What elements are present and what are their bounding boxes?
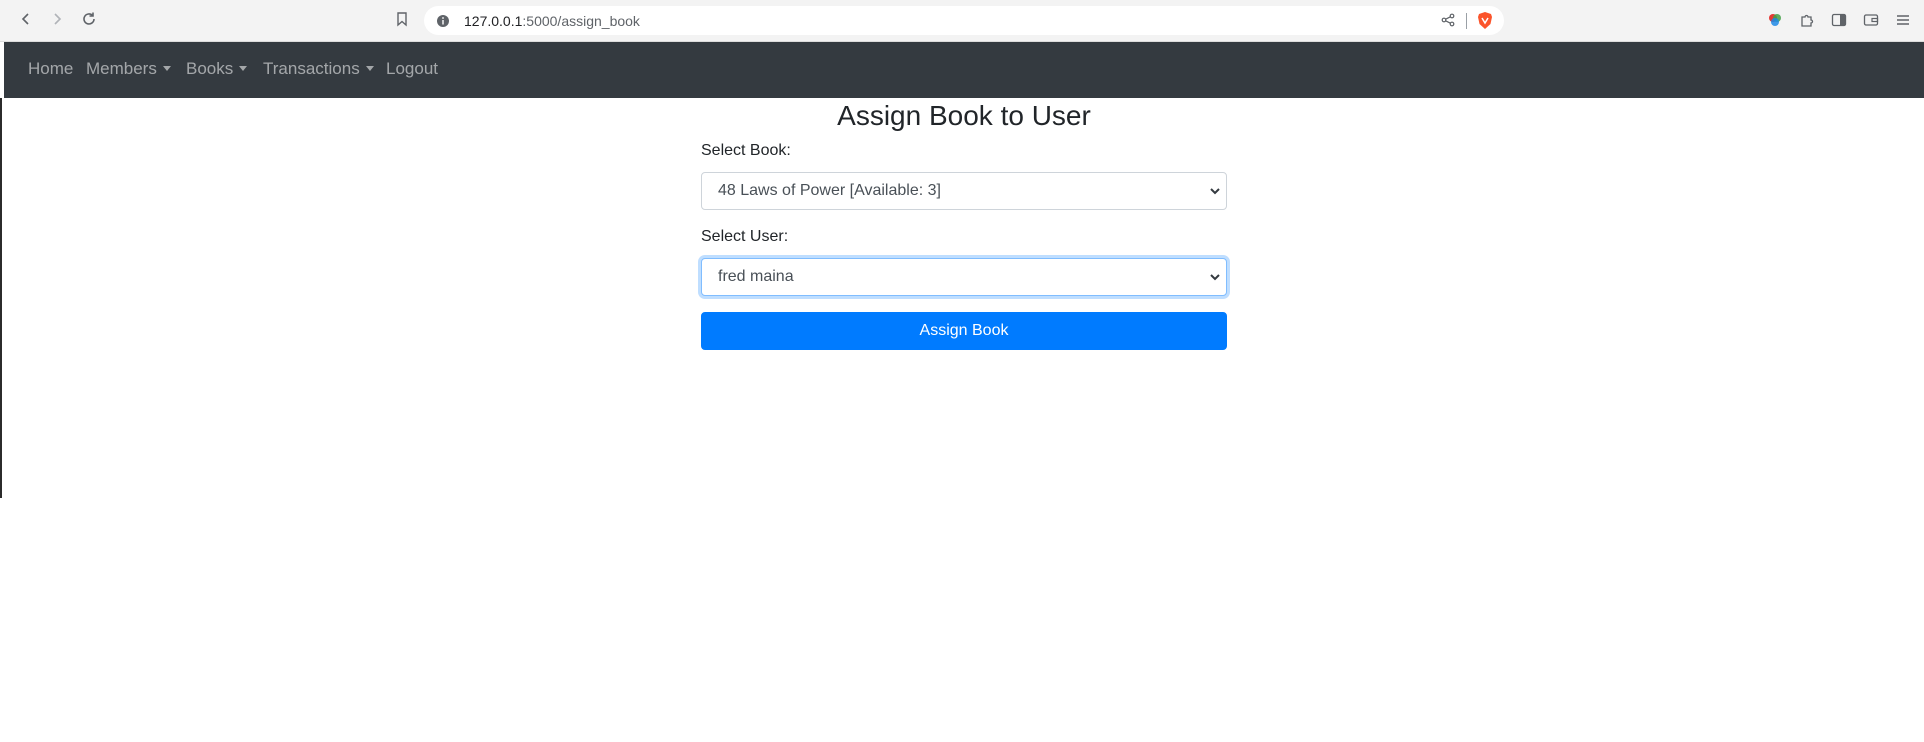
assign-book-button[interactable]: Assign Book <box>701 312 1227 350</box>
app-navbar: Home Members Books Transactions Logout <box>4 42 1924 98</box>
share-icon[interactable] <box>1441 13 1455 32</box>
bookmark-icon[interactable] <box>391 8 413 30</box>
book-select-value: 48 Laws of Power [Available: 3] <box>718 182 941 199</box>
url-path: :5000/assign_book <box>522 13 640 29</box>
nav-home[interactable]: Home <box>28 59 73 79</box>
url-host: 127.0.0.1 <box>464 13 523 29</box>
caret-down-icon <box>162 66 171 71</box>
user-select[interactable]: fred maina <box>701 258 1227 296</box>
back-icon[interactable] <box>15 8 37 30</box>
url-text: 127.0.0.1:5000/assign_book <box>464 13 640 29</box>
user-select-label: Select User: <box>701 228 789 245</box>
reload-icon[interactable] <box>78 8 100 30</box>
window-edge <box>0 98 2 498</box>
brave-shield-icon[interactable] <box>1476 11 1494 35</box>
caret-down-icon <box>239 66 248 71</box>
menu-icon[interactable] <box>1893 10 1913 30</box>
book-select-label: Select Book: <box>701 142 791 159</box>
nav-members-dropdown[interactable]: Members <box>86 59 171 79</box>
book-select[interactable]: 48 Laws of Power [Available: 3] <box>701 172 1227 210</box>
chevron-down-icon <box>1210 188 1220 195</box>
caret-down-icon <box>365 66 374 71</box>
url-separator <box>1466 13 1467 29</box>
color-extension-icon[interactable] <box>1765 10 1785 30</box>
forward-icon[interactable] <box>46 8 68 30</box>
page-title: Assign Book to User <box>837 100 1091 131</box>
address-bar[interactable]: 127.0.0.1:5000/assign_book <box>424 6 1504 35</box>
user-select-value: fred maina <box>718 268 794 285</box>
site-info-icon[interactable] <box>436 14 450 33</box>
nav-logout[interactable]: Logout <box>386 59 438 79</box>
wallet-icon[interactable] <box>1861 10 1881 30</box>
extensions-icon[interactable] <box>1797 10 1817 30</box>
sidebar-icon[interactable] <box>1829 10 1849 30</box>
nav-members-label: Members <box>86 59 157 78</box>
browser-toolbar: 127.0.0.1:5000/assign_book <box>0 0 1924 42</box>
nav-books-dropdown[interactable]: Books <box>186 59 248 79</box>
chevron-down-icon <box>1210 274 1220 281</box>
nav-books-label: Books <box>186 59 234 78</box>
nav-transactions-label: Transactions <box>263 59 360 78</box>
nav-transactions-dropdown[interactable]: Transactions <box>263 59 374 79</box>
